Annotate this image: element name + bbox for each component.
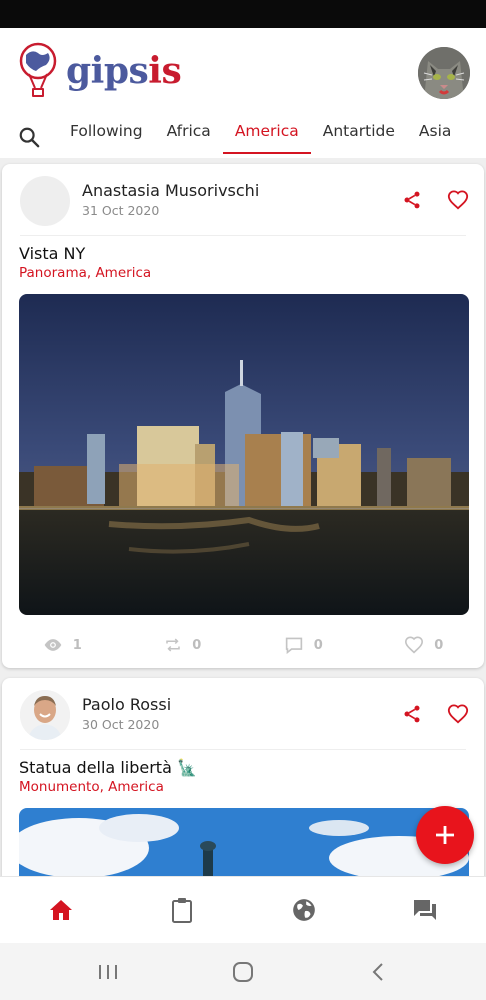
share-icon [404,705,420,723]
logo-text-main: gips [66,50,149,92]
divider [20,749,466,750]
repost-count: 0 [192,637,202,653]
home-icon [49,900,72,920]
clipboard-icon [172,898,193,923]
tab-asia[interactable]: Asia [407,116,463,158]
add-post-button[interactable] [416,806,474,864]
home-system-button[interactable] [213,952,273,992]
user-avatar[interactable] [418,47,470,99]
balloon-globe-icon [19,42,57,97]
share-icon [404,191,420,209]
like-button[interactable] [446,702,470,726]
comments-count: 0 [313,637,323,653]
share-button[interactable] [400,702,424,726]
tab-following[interactable]: Following [58,116,155,158]
share-button[interactable] [400,188,424,212]
nav-messages[interactable] [365,877,486,943]
repost-icon [166,638,180,652]
app-header: gipsis Following Africa America Antartid… [0,28,486,158]
nav-home[interactable] [0,877,122,943]
nav-clipboard[interactable] [122,877,244,943]
post-card[interactable]: Paolo Rossi 30 Oct 2020 Statua della lib… [2,678,484,876]
likes-stat[interactable]: 0 [364,634,485,656]
repost-stat[interactable]: 0 [123,634,244,656]
tab-america[interactable]: America [222,116,311,158]
post-title[interactable]: Statua della libertà 🗽 [19,758,197,777]
recent-apps-button[interactable] [78,952,138,992]
chat-icon [414,900,437,920]
divider [20,235,466,236]
home-circle-icon [232,961,253,982]
app-logo: gipsis [18,40,182,102]
post-feed: Anastasia Musorivschi 31 Oct 2020 Vista … [0,158,486,876]
tab-africa[interactable]: Africa [155,116,223,158]
post-image[interactable] [19,294,469,615]
eye-icon [44,639,62,651]
author-name[interactable]: Anastasia Musorivschi [82,181,259,200]
plus-icon [436,826,454,844]
tab-antartide[interactable]: Antartide [311,116,407,158]
back-icon [372,962,384,981]
author-name[interactable]: Paolo Rossi [82,695,171,714]
back-button[interactable] [348,952,408,992]
nav-explore[interactable] [243,877,365,943]
post-tags[interactable]: Panorama, America [19,265,151,281]
post-image[interactable] [19,808,469,876]
comment-icon [285,637,302,654]
likes-count: 0 [434,637,444,653]
views-stat[interactable]: 1 [2,634,123,656]
post-date: 31 Oct 2020 [82,203,160,218]
system-navigation [0,943,486,1000]
logo-text-accent: is [148,50,182,92]
search-icon [19,127,40,148]
views-count: 1 [72,637,82,653]
post-tags[interactable]: Monumento, America [19,779,164,795]
bottom-navigation [0,876,486,943]
like-button[interactable] [446,188,470,212]
globe-icon [292,899,315,921]
heart-outline-icon [405,636,424,654]
post-stats: 1 0 0 0 [2,634,484,656]
search-button[interactable] [0,116,58,158]
author-avatar[interactable] [20,690,70,740]
post-card[interactable]: Anastasia Musorivschi 31 Oct 2020 Vista … [2,164,484,668]
heart-icon [447,704,469,724]
post-title[interactable]: Vista NY [19,244,85,263]
post-date: 30 Oct 2020 [82,717,160,732]
category-tabs: Following Africa America Antartide Asia [0,116,486,158]
author-avatar[interactable] [20,176,70,226]
recent-apps-icon [98,964,117,979]
comments-stat[interactable]: 0 [243,634,364,656]
status-bar [0,0,486,28]
heart-icon [447,190,469,210]
